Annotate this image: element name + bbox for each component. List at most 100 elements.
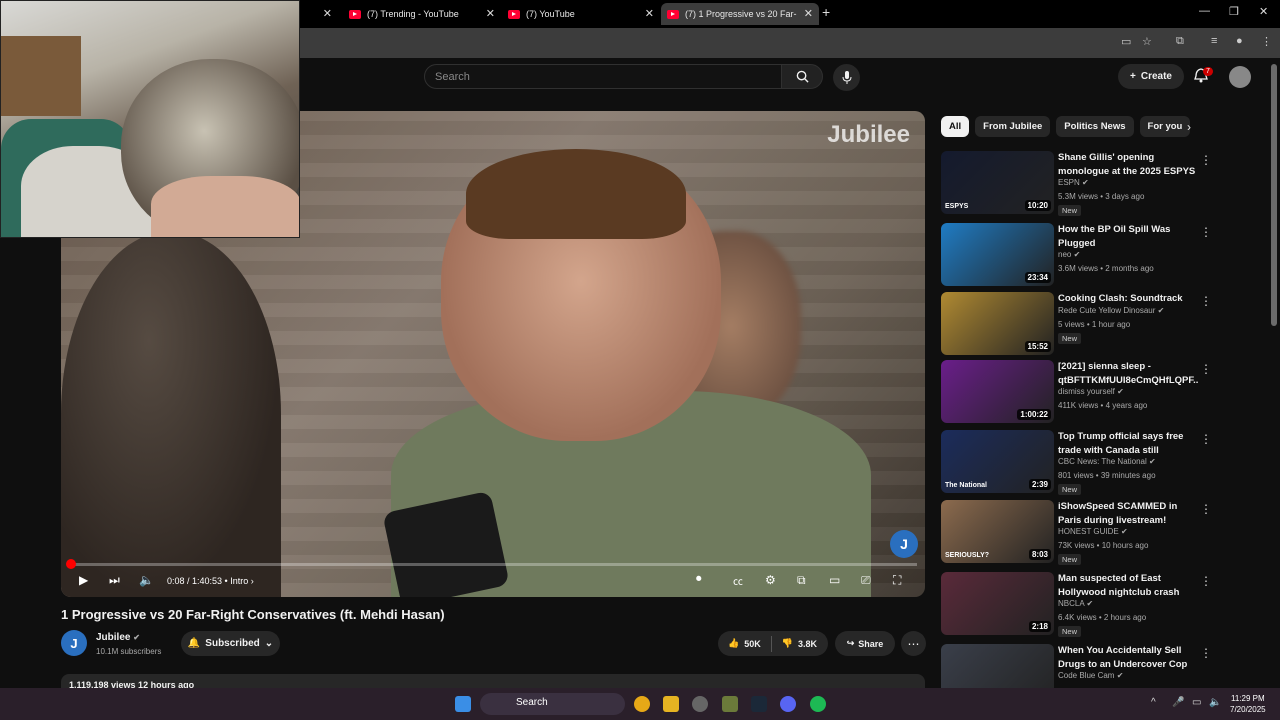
volume-icon[interactable]: 🔈 (139, 573, 154, 587)
recommendation-channel[interactable]: Rede Cute Yellow Dinosaur ✔ (1058, 306, 1164, 315)
recommendation-title[interactable]: Top Trump official says free trade with … (1058, 430, 1198, 457)
channel-watermark-button[interactable]: J (890, 530, 918, 558)
chapter-label[interactable]: Intro (230, 576, 248, 586)
recommendation-item[interactable]: The National 2:39 Top Trump official says … (941, 430, 1212, 495)
chip-politics-news[interactable]: Politics News (1056, 116, 1134, 137)
recommendation-channel[interactable]: dismiss yourself ✔ (1058, 387, 1124, 396)
taskbar-search[interactable]: Search (480, 693, 625, 715)
close-icon[interactable]: ✕ (645, 7, 654, 20)
voice-search-button[interactable] (833, 64, 860, 91)
recommendation-item[interactable]: 23:34 How the BP Oil Spill Was Plugged neo… (941, 223, 1212, 287)
spotify-icon[interactable] (810, 696, 826, 712)
more-options-icon[interactable]: ⋮ (1200, 646, 1212, 660)
video-thumbnail[interactable]: SERIOUSLY? 8:03 (941, 500, 1054, 563)
recommendation-title[interactable]: Cooking Clash: Soundtrack (1058, 292, 1198, 306)
chip-all[interactable]: All (941, 116, 970, 137)
miniplayer-icon[interactable]: ⧉ (797, 573, 806, 588)
dislike-button[interactable]: 👎 3.8K (772, 638, 827, 649)
profile-icon[interactable]: ● (1236, 35, 1243, 47)
autoplay-toggle[interactable]: ⏺ (696, 573, 702, 586)
video-thumbnail[interactable]: ESPYS 10:20 (941, 151, 1054, 214)
search-button[interactable] (781, 64, 823, 89)
recommendation-channel[interactable]: Code Blue Cam ✔ (1058, 671, 1123, 680)
cast-icon[interactable]: ▭ (1121, 35, 1131, 48)
like-button[interactable]: 👍 50K (718, 638, 771, 649)
recommendation-title[interactable]: [2021] sienna sleep - qtBFTTKMfUUI8eCmQH… (1058, 360, 1198, 387)
recommendation-channel[interactable]: neo ✔ (1058, 250, 1080, 259)
recommendation-item[interactable]: 15:52 Cooking Clash: Soundtrack Rede Cute … (941, 292, 1212, 356)
recommendation-title[interactable]: When You Accidentally Sell Drugs to an U… (1058, 644, 1198, 671)
tab-close-first[interactable]: ✕ (300, 3, 338, 25)
video-thumbnail[interactable]: 1:00:22 (941, 360, 1054, 423)
account-avatar[interactable] (1229, 66, 1251, 88)
more-options-icon[interactable]: ⋮ (1200, 153, 1212, 167)
more-actions-button[interactable]: ⋯ (901, 631, 926, 656)
channel-name[interactable]: Jubilee ✔ (96, 632, 140, 643)
video-progress-bar[interactable] (66, 559, 917, 569)
close-icon[interactable]: ✕ (804, 7, 813, 20)
recommendation-item[interactable]: 2:18 Man suspected of East Hollywood nigh… (941, 572, 1212, 637)
next-icon[interactable]: ⏭ (109, 573, 120, 588)
more-options-icon[interactable]: ⋮ (1200, 225, 1212, 239)
more-options-icon[interactable]: ⋮ (1200, 432, 1212, 446)
file-explorer-icon[interactable] (663, 696, 679, 712)
play-icon[interactable]: ▶ (79, 573, 88, 587)
steam-icon[interactable] (751, 696, 767, 712)
taskbar-clock[interactable]: 11:29 PM 7/20/2025 (1230, 693, 1266, 715)
captions-icon[interactable]: ㏄ (733, 573, 743, 588)
recommendation-title[interactable]: Man suspected of East Hollywood nightclu… (1058, 572, 1198, 599)
video-thumbnail[interactable]: 23:34 (941, 223, 1054, 286)
display-icon[interactable]: ▭ (1192, 697, 1201, 708)
speaker-icon[interactable]: 🔈 (1209, 697, 1221, 708)
video-thumbnail[interactable]: The National 2:39 (941, 430, 1054, 493)
recommendation-title[interactable]: How the BP Oil Spill Was Plugged (1058, 223, 1198, 250)
search-input[interactable]: Search (424, 64, 782, 89)
tab-current-video[interactable]: (7) 1 Progressive vs 20 Far-Righ ✕ (661, 3, 819, 25)
chip-for-you[interactable]: For you (1139, 116, 1191, 137)
new-tab-button[interactable]: + (822, 4, 830, 20)
settings-gear-icon[interactable]: ⚙ (765, 573, 776, 587)
recommendation-channel[interactable]: NBCLA ✔ (1058, 599, 1093, 608)
close-icon[interactable]: ✕ (486, 7, 495, 20)
bookmark-star-icon[interactable]: ☆ (1142, 35, 1152, 48)
video-thumbnail[interactable]: 15:52 (941, 292, 1054, 355)
tray-chevron-icon[interactable]: ^ (1151, 697, 1156, 708)
more-options-icon[interactable]: ⋮ (1200, 574, 1212, 588)
maximize-icon[interactable]: ❐ (1229, 5, 1239, 18)
discord-icon[interactable] (780, 696, 796, 712)
video-thumbnail[interactable]: 2:18 (941, 572, 1054, 635)
more-options-icon[interactable]: ⋮ (1200, 294, 1212, 308)
reading-list-icon[interactable]: ≡ (1211, 35, 1217, 47)
subscribe-button[interactable]: 🔔 Subscribed ⌄ (181, 631, 280, 656)
cast-icon[interactable]: ⎚ (861, 573, 871, 588)
window-close-icon[interactable]: ✕ (1259, 5, 1268, 18)
chrome-icon[interactable] (634, 696, 650, 712)
recommendation-channel[interactable]: HONEST GUIDE ✔ (1058, 527, 1128, 536)
recommendation-item[interactable]: 1:00:22 [2021] sienna sleep - qtBFTTKMfUU… (941, 360, 1212, 424)
recommendation-channel[interactable]: CBC News: The National ✔ (1058, 457, 1156, 466)
recommendation-item[interactable]: ESPYS 10:20 Shane Gillis' opening monologu… (941, 151, 1212, 216)
progress-scrubber[interactable] (66, 559, 76, 569)
page-scrollbar[interactable] (1271, 64, 1277, 326)
recommendation-title[interactable]: iShowSpeed SCAMMED in Paris during lives… (1058, 500, 1198, 527)
app-icon[interactable] (692, 696, 708, 712)
tab-trending[interactable]: (7) Trending - YouTube ✕ (343, 3, 501, 25)
create-button[interactable]: + Create (1118, 64, 1184, 89)
theater-mode-icon[interactable]: ▭ (829, 573, 840, 587)
minecraft-icon[interactable] (722, 696, 738, 712)
extensions-icon[interactable]: ⧉ (1176, 35, 1184, 48)
tab-youtube[interactable]: (7) YouTube ✕ (502, 3, 660, 25)
recommendation-channel[interactable]: ESPN ✔ (1058, 178, 1089, 187)
fullscreen-icon[interactable]: ⛶ (893, 573, 901, 588)
chevron-right-icon[interactable]: › (1187, 120, 1191, 134)
more-options-icon[interactable]: ⋮ (1200, 362, 1212, 376)
browser-menu-icon[interactable]: ⋮ (1261, 35, 1272, 48)
recommendation-item[interactable]: SERIOUSLY? 8:03 iShowSpeed SCAMMED in Pari… (941, 500, 1212, 565)
channel-avatar[interactable]: J (61, 630, 87, 656)
windows-start-icon[interactable] (455, 696, 471, 712)
share-button[interactable]: ↪ Share (835, 631, 895, 656)
more-options-icon[interactable]: ⋮ (1200, 502, 1212, 516)
chip-from-jubilee[interactable]: From Jubilee (975, 116, 1051, 137)
minimize-icon[interactable]: — (1199, 5, 1210, 17)
mic-tray-icon[interactable]: 🎤 (1172, 697, 1184, 708)
